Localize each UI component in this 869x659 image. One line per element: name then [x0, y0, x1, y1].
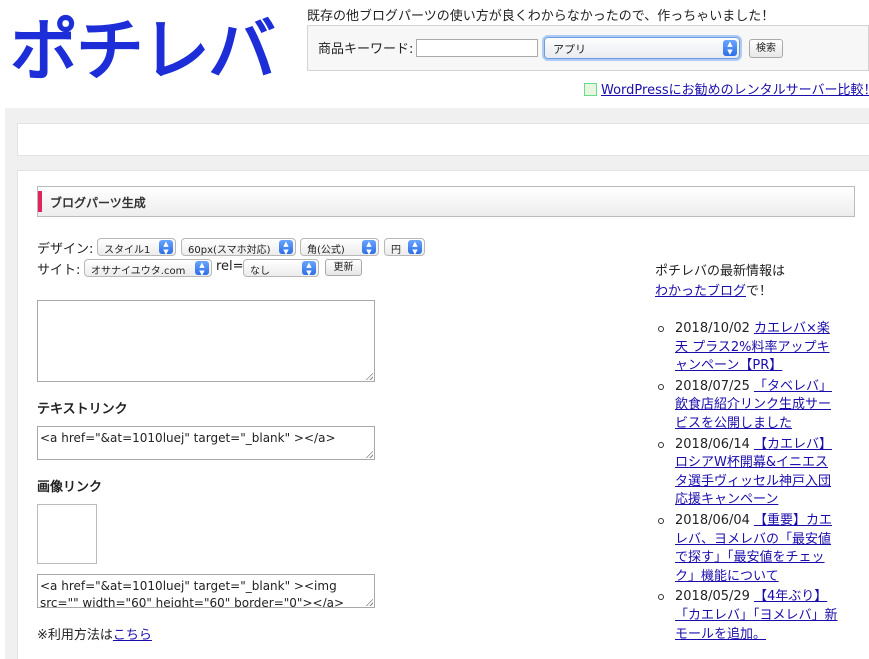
rel-label: rel=	[216, 259, 244, 274]
bullet-icon	[658, 594, 664, 601]
text-link-code-textarea[interactable]: <a href="&at=1010luej" target="_blank" >…	[37, 426, 375, 460]
bullet-icon	[658, 441, 664, 448]
news-date: 2018/07/25	[675, 378, 750, 394]
news-date: 2018/05/29	[675, 589, 750, 605]
design-size-select[interactable]: 60px(スマホ対応) ▲ ▼	[181, 238, 296, 256]
image-link-code-textarea[interactable]: <a href="&at=1010luej" target="_blank" >…	[37, 574, 375, 608]
server-icon	[584, 83, 597, 96]
news-date: 2018/10/02	[675, 321, 750, 336]
news-item: 2018/10/02 カエレバ×楽天 プラス2%料率アップキャンペーン【PR】	[655, 320, 840, 376]
text-link-heading: テキストリンク	[37, 402, 128, 417]
resize-handle-icon[interactable]	[365, 598, 373, 606]
section-title: ブログパーツ生成	[50, 196, 146, 210]
design-label: デザイン:	[37, 242, 94, 257]
section-accent-bar	[38, 191, 42, 212]
select-arrows-icon: ▲ ▼	[723, 40, 737, 56]
resize-handle-icon[interactable]	[365, 372, 373, 380]
site-select[interactable]: オサナイユウタ.com ▲ ▼	[84, 259, 212, 277]
section-header: ブログパーツ生成	[37, 186, 855, 217]
news-date: 2018/06/04	[675, 512, 750, 528]
news-item: 2018/07/25 「タベレバ」飲食店紹介リンク生成サービスを公開しました	[655, 378, 840, 434]
image-link-heading: 画像リンク	[37, 480, 103, 495]
site-tagline: 既存の他ブログパーツの使い方が良くわからなかったので、作っちゃいました！	[307, 9, 775, 24]
select-arrows-icon: ▲ ▼	[362, 240, 376, 256]
category-selected-value: アプリ	[553, 43, 586, 56]
update-button[interactable]: 更新	[325, 259, 362, 276]
image-preview	[37, 504, 97, 564]
wordpress-server-link[interactable]: WordPressにお勧めのレンタルサーバー比較！	[601, 83, 869, 98]
news-list: 2018/10/02 カエレバ×楽天 プラス2%料率アップキャンペーン【PR】 20…	[655, 320, 840, 646]
news-item: 2018/06/14 【カエレバ】ロシアW杯開幕&イニエスタ選手ヴィッセル神戸入団…	[655, 436, 840, 510]
rel-select[interactable]: なし ▲ ▼	[243, 259, 319, 277]
usage-link[interactable]: こちら	[113, 628, 152, 643]
bullet-icon	[658, 383, 664, 390]
search-panel: 商品キーワード: アプリ ▲ ▼ 検索	[307, 25, 869, 71]
select-arrows-icon: ▲ ▼	[302, 261, 316, 277]
search-button[interactable]: 検索	[749, 39, 783, 58]
keyword-label: 商品キーワード:	[318, 42, 414, 57]
select-arrows-icon: ▲ ▼	[408, 240, 422, 256]
sidebar-intro-line: ポチレバの最新情報は	[655, 264, 786, 279]
select-arrows-icon: ▲ ▼	[195, 261, 209, 277]
news-item: 2018/05/29 【4年ぶり】「カエレバ」「ヨメレバ」新モールを追加。	[655, 588, 840, 644]
design-corner-select[interactable]: 角(公式) ▲ ▼	[300, 238, 379, 256]
blog-part-preview-textarea[interactable]	[37, 300, 375, 382]
wordpress-server-link-row: WordPressにお勧めのレンタルサーバー比較！	[584, 79, 869, 98]
design-currency-select[interactable]: 円 ▲ ▼	[384, 238, 425, 256]
keyword-input[interactable]	[416, 39, 538, 57]
site-logo[interactable]: ポチレバ	[10, 6, 285, 86]
select-arrows-icon: ▲ ▼	[159, 240, 173, 256]
top-banner-area	[17, 123, 869, 156]
bullet-icon	[658, 326, 664, 332]
news-date: 2018/06/14	[675, 436, 750, 452]
news-item: 2018/06/04 【重要】カエレバ、ヨメレバの「最安値で探す」「最安値をチェッ…	[655, 512, 840, 586]
blog-link[interactable]: わかったブログ	[655, 284, 746, 299]
logo-text: ポチレバ	[10, 12, 275, 86]
usage-note: ※利用方法はこちら	[37, 628, 152, 643]
sidebar-intro: ポチレバの最新情報は わかったブログで！	[655, 264, 786, 299]
design-style-select[interactable]: スタイル1 ▲ ▼	[97, 238, 176, 256]
site-label: サイト:	[37, 263, 81, 278]
select-arrows-icon: ▲ ▼	[279, 240, 293, 256]
bullet-icon	[658, 517, 664, 524]
category-select[interactable]: アプリ ▲ ▼	[544, 37, 740, 59]
resize-handle-icon[interactable]	[365, 450, 373, 458]
